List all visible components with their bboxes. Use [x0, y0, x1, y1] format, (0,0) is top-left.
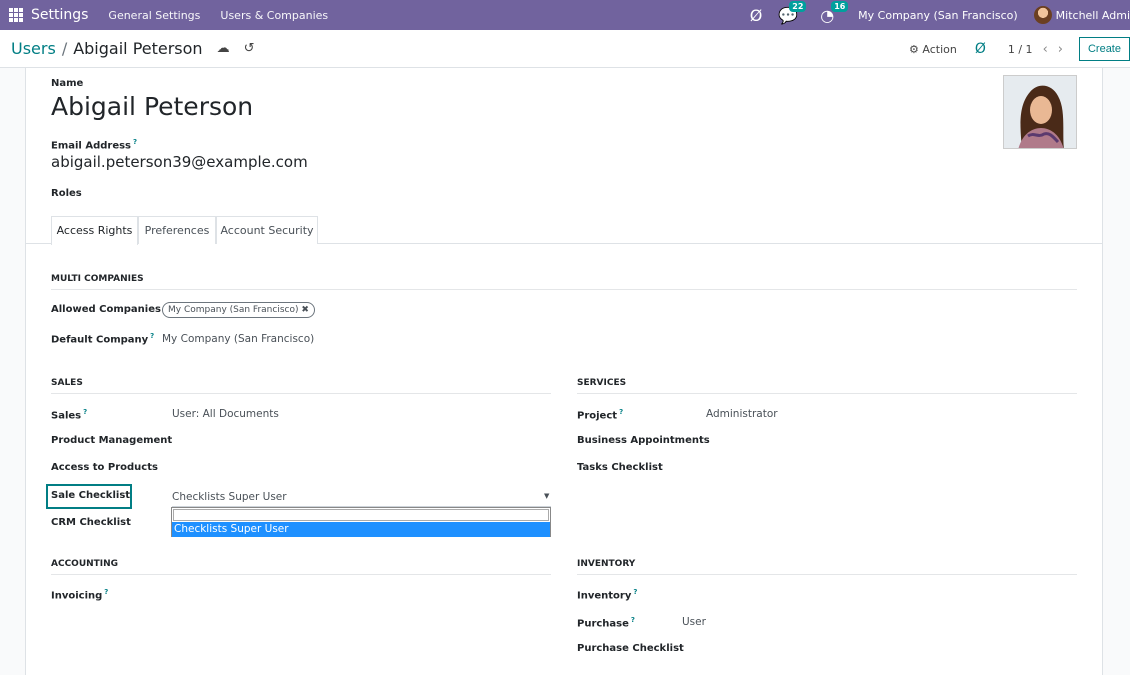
tab-preferences[interactable]: Preferences — [138, 216, 216, 244]
messages-badge: 22 — [789, 0, 807, 12]
discard-icon[interactable]: ↺ — [244, 41, 255, 56]
tab-account-security[interactable]: Account Security — [216, 216, 318, 244]
inventory-label: Inventory? — [577, 588, 638, 602]
dropdown-search-input[interactable] — [173, 509, 549, 521]
email-field[interactable]: abigail.peterson39@example.com — [51, 153, 308, 171]
project-label: Project? — [577, 408, 624, 422]
section-multi-companies: MULTI COMPANIES — [51, 274, 1077, 290]
notebook-tabs: Access Rights Preferences Account Securi… — [26, 216, 1102, 245]
user-avatar[interactable] — [1033, 6, 1052, 24]
action-label: Action — [922, 42, 957, 56]
section-inventory: INVENTORY — [577, 559, 1077, 575]
activities-icon[interactable]: ◔ 16 — [820, 0, 849, 25]
app-menu-icon[interactable] — [9, 8, 25, 22]
purchase-label: Purchase? — [577, 616, 635, 630]
activities-badge: 16 — [831, 0, 849, 12]
reload-icon[interactable]: Ø — [975, 41, 986, 57]
sales-label: Sales? — [51, 408, 88, 422]
dropdown-option-checklists-super-user[interactable]: Checklists Super User — [172, 522, 550, 537]
name-label: Name — [51, 78, 84, 89]
default-company-label: Default Company? — [51, 332, 155, 346]
menu-general-settings[interactable]: General Settings — [108, 9, 200, 22]
purchase-field[interactable]: User — [682, 616, 706, 628]
user-menu[interactable]: Mitchell Admi — [1056, 9, 1130, 22]
sale-checklist-select[interactable]: Checklists Super User — [172, 491, 287, 503]
allowed-companies-label: Allowed Companies — [51, 304, 161, 315]
company-switcher[interactable]: My Company (San Francisco) — [858, 9, 1017, 22]
create-button[interactable]: Create — [1078, 37, 1130, 61]
purchase-checklist-label: Purchase Checklist — [577, 643, 684, 654]
email-label: Email Address? — [51, 138, 138, 152]
breadcrumb-users[interactable]: Users — [11, 39, 56, 58]
debug-icon[interactable]: Ø — [750, 6, 763, 25]
allowed-company-tag[interactable]: My Company (San Francisco) ✖ — [162, 302, 315, 318]
section-accounting: ACCOUNTING — [51, 559, 551, 575]
product-management-label: Product Management — [51, 435, 173, 446]
sale-checklist-dropdown: Checklists Super User — [171, 507, 551, 537]
name-field[interactable]: Abigail Peterson — [51, 92, 253, 121]
help-icon[interactable]: ? — [631, 616, 635, 624]
help-icon[interactable]: ? — [133, 138, 137, 146]
tasks-checklist-label: Tasks Checklist — [577, 462, 663, 473]
crm-checklist-label: CRM Checklist — [51, 517, 131, 528]
access-to-products-label: Access to Products — [51, 462, 158, 473]
sales-field[interactable]: User: All Documents — [172, 408, 279, 420]
remove-tag-icon[interactable]: ✖ — [301, 305, 309, 315]
roles-label: Roles — [51, 188, 82, 199]
save-cloud-icon[interactable]: ☁ — [217, 41, 230, 56]
form-sheet: Name Abigail Peterson Email Address? abi… — [25, 68, 1103, 675]
menu-users-companies[interactable]: Users & Companies — [220, 9, 328, 22]
pager-next-icon[interactable]: › — [1058, 42, 1063, 57]
messages-icon[interactable]: 💬 22 — [778, 0, 807, 25]
invoicing-label: Invoicing? — [51, 588, 109, 602]
app-name[interactable]: Settings — [31, 7, 88, 23]
breadcrumb-current: Abigail Peterson — [73, 39, 203, 58]
help-icon[interactable]: ? — [619, 408, 623, 416]
default-company-field[interactable]: My Company (San Francisco) — [162, 333, 314, 345]
top-navbar: Settings General Settings Users & Compan… — [0, 0, 1130, 30]
pager-prev-icon[interactable]: ‹ — [1043, 42, 1048, 57]
breadcrumb: Users / Abigail Peterson ☁ ↺ — [11, 39, 254, 58]
tab-access-rights[interactable]: Access Rights — [51, 216, 138, 245]
select-caret-icon[interactable]: ▼ — [544, 492, 549, 500]
allowed-company-tag-label: My Company (San Francisco) — [168, 305, 299, 315]
section-services: SERVICES — [577, 378, 1077, 394]
sale-checklist-label: Sale Checklist — [51, 490, 131, 501]
help-icon[interactable]: ? — [83, 408, 87, 416]
pager[interactable]: 1 / 1 — [1008, 43, 1033, 56]
project-field[interactable]: Administrator — [706, 408, 778, 420]
section-sales: SALES — [51, 378, 551, 394]
breadcrumb-separator: / — [61, 39, 68, 58]
help-icon[interactable]: ? — [104, 588, 108, 596]
help-icon[interactable]: ? — [633, 588, 637, 596]
business-appointments-label: Business Appointments — [577, 435, 710, 446]
user-photo[interactable] — [1003, 75, 1077, 149]
control-panel: Users / Abigail Peterson ☁ ↺ ⚙ Action Ø … — [0, 30, 1130, 68]
action-menu-button[interactable]: ⚙ Action — [909, 43, 957, 56]
help-icon[interactable]: ? — [150, 332, 154, 340]
